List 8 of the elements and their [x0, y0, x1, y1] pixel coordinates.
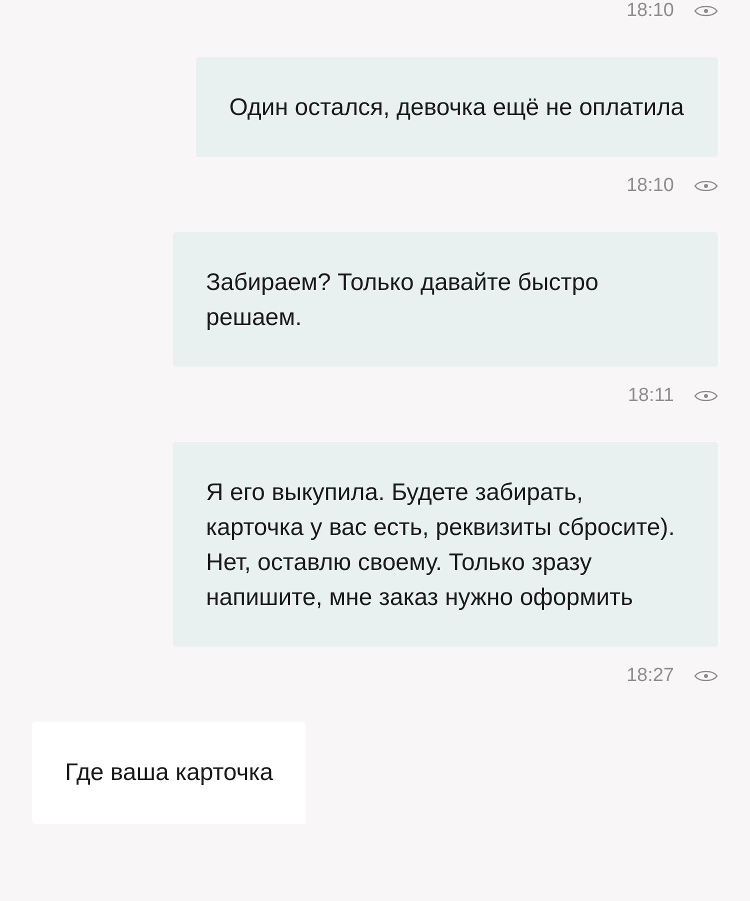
received-message: Где ваша карточка	[32, 722, 306, 824]
message-time: 18:11	[628, 385, 674, 407]
sent-message: Забираем? Только давайте быстро решаем.	[173, 232, 718, 367]
message-time: 18:10	[626, 175, 674, 197]
message-time: 18:27	[626, 665, 674, 687]
sent-message: Один остался, девочка ещё не оплатила	[196, 57, 718, 157]
sent-message: Я его выкупила. Будете забирать, карточка у вас есть, реквизиты сбросите). Нет, оставлю своему. Только зразу напишите, мне заказ нужно оформить	[173, 442, 718, 647]
message-time: 18:10	[626, 0, 674, 22]
